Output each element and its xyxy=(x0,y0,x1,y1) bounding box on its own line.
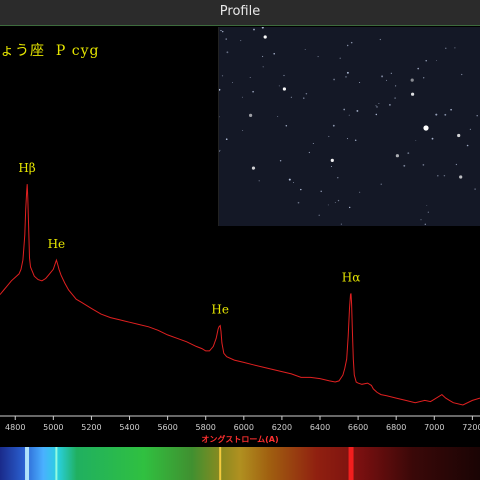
spectrum-emission-band xyxy=(25,447,30,480)
spectrum-emission-band xyxy=(348,447,354,480)
x-tick-label: 5200 xyxy=(81,423,101,432)
x-tick-label: 6400 xyxy=(310,423,330,432)
line-annotation-label: He xyxy=(211,303,229,317)
x-tick-label: 6600 xyxy=(348,423,368,432)
x-tick-label: 5400 xyxy=(119,423,139,432)
x-tick-label: 6200 xyxy=(272,423,292,432)
line-annotation-label: Hα xyxy=(342,270,361,284)
line-annotation-label: He xyxy=(48,237,66,251)
x-tick-label: 5800 xyxy=(196,423,216,432)
line-annotations: Hβ He He Hα xyxy=(18,161,360,316)
line-annotation-label: Hβ xyxy=(18,161,35,175)
x-tick-label: 5000 xyxy=(43,423,63,432)
x-axis-ticks: 4800 5000 5200 5400 5600 5800 6000 6200 6400 6600… xyxy=(5,416,480,432)
x-tick-label: 6800 xyxy=(386,423,406,432)
x-tick-label: 7000 xyxy=(424,423,444,432)
x-tick-label: 4800 xyxy=(5,423,25,432)
spectrum-strip-fill xyxy=(0,447,480,480)
x-tick-label: 6000 xyxy=(234,423,254,432)
x-axis-title: オングストローム(A) xyxy=(201,434,278,444)
x-tick-label: 5600 xyxy=(157,423,177,432)
x-tick-label: 7200 xyxy=(462,423,480,432)
color-spectrum-strip xyxy=(0,447,480,480)
spectrum-chart: 4800 5000 5200 5400 5600 5800 6000 6200 6400 6600… xyxy=(0,161,480,480)
spectrum-series-line xyxy=(0,184,480,406)
spectrum-emission-band xyxy=(219,447,222,480)
spectrum-emission-band xyxy=(55,447,58,480)
